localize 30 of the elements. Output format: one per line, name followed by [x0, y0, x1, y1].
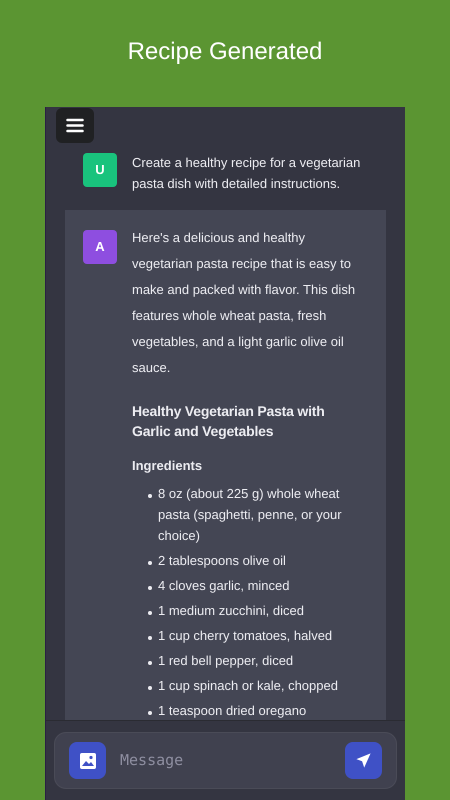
bullet-icon [148, 494, 152, 498]
ingredient-item: 4 cloves garlic, minced [158, 577, 290, 595]
ingredient-item: 2 tablespoons olive oil [158, 552, 286, 570]
bullet-icon [148, 586, 152, 590]
message-input[interactable]: Message [120, 749, 331, 772]
bullet-icon [148, 661, 152, 665]
bullet-icon [148, 711, 152, 715]
ingredient-item: 1 cup cherry tomatoes, halved [158, 627, 332, 645]
message-text: Create a healthy recipe for a vegetarian pasta dish with detailed instructions. [132, 154, 362, 193]
ingredient-item: 1 teaspoon dried oregano [158, 702, 306, 720]
ingredient-item: 1 red bell pepper, diced [158, 652, 294, 670]
image-icon [80, 752, 96, 768]
recipe-title: Healthy Vegetarian Pasta with Garlic and Vegetables [132, 402, 326, 441]
avatar: U [83, 153, 117, 187]
bullet-icon [148, 686, 152, 690]
section-heading: Ingredients [132, 457, 204, 475]
ingredient-item: 8 oz (about 225 g) whole wheat pasta (spaghetti, penne, or your choice) [158, 485, 343, 545]
menu-icon [66, 118, 84, 133]
image-button[interactable] [69, 742, 106, 779]
ingredient-item: 1 cup spinach or kale, chopped [158, 677, 338, 695]
send-icon [355, 752, 372, 769]
bullet-icon [148, 561, 152, 565]
send-button[interactable] [345, 742, 382, 779]
ingredient-item: 1 medium zucchini, diced [158, 602, 304, 620]
menu-button[interactable] [56, 108, 94, 143]
page-title: Recipe Generated [128, 37, 322, 67]
avatar: A [83, 230, 117, 264]
bullet-icon [148, 611, 152, 615]
message-text: Here's a delicious and healthy vegetarian pasta recipe that is easy to make and packed with flavor. This dish features whole wheat pasta, fresh vegetables, and a light garlic olive oil sauce. [132, 229, 356, 377]
bullet-icon [148, 636, 152, 640]
